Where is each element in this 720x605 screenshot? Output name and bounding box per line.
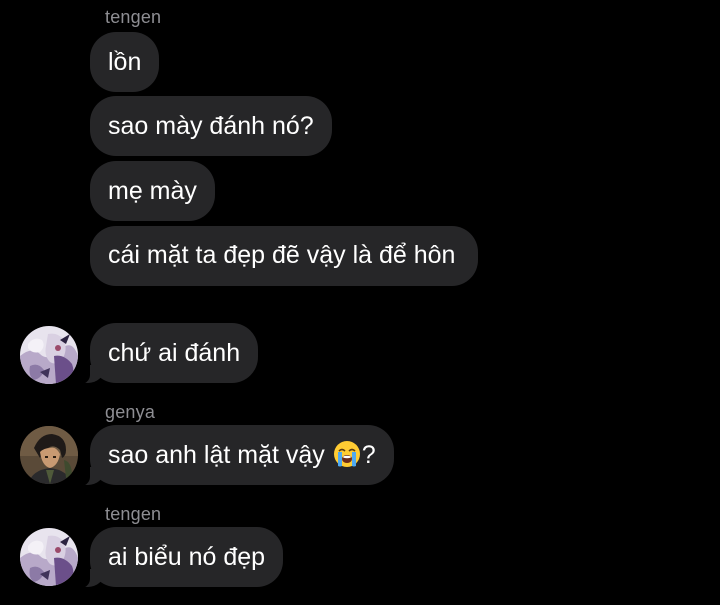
message-bubble[interactable]: mẹ mày <box>90 161 215 221</box>
message-text-part: sao anh lật mặt vậy <box>108 441 325 469</box>
message-text-part: ? <box>361 441 376 469</box>
message-bubble[interactable]: sao anh lật mặt vậy ? <box>76 425 394 487</box>
tengen-avatar-icon[interactable] <box>20 528 78 586</box>
message-bubble[interactable]: chứ ai đánh <box>75 323 259 385</box>
message-text: mẹ mày <box>108 177 197 205</box>
message-bubble[interactable]: sao mày đánh nó? <box>90 96 332 156</box>
message-text: sao anh lật mặt vậy ? <box>108 441 376 469</box>
sender-name: tengen <box>105 7 162 27</box>
message-text: chứ ai đánh <box>108 339 241 367</box>
tengen-avatar-icon[interactable] <box>20 326 78 384</box>
genya-avatar-icon[interactable] <box>20 426 78 484</box>
message-text: sao mày đánh nó? <box>108 112 314 140</box>
sender-name: tengen <box>105 504 162 524</box>
chat-thread: tengen lồn sao mày đánh nó? mẹ mày cái m… <box>0 0 720 605</box>
message-text: ai biểu nó đẹp <box>108 543 266 571</box>
message-bubble[interactable]: ai biểu nó đẹp <box>75 527 284 589</box>
message-bubble[interactable]: cái mặt ta đẹp đẽ vậy là để hôn <box>90 226 478 286</box>
loudly-crying-face-emoji-icon <box>333 440 361 468</box>
message-text: cái mặt ta đẹp đẽ vậy là để hôn <box>108 241 456 269</box>
sender-name: genya <box>105 402 156 422</box>
message-bubble[interactable]: lồn <box>90 32 160 92</box>
message-text: lồn <box>108 48 142 76</box>
